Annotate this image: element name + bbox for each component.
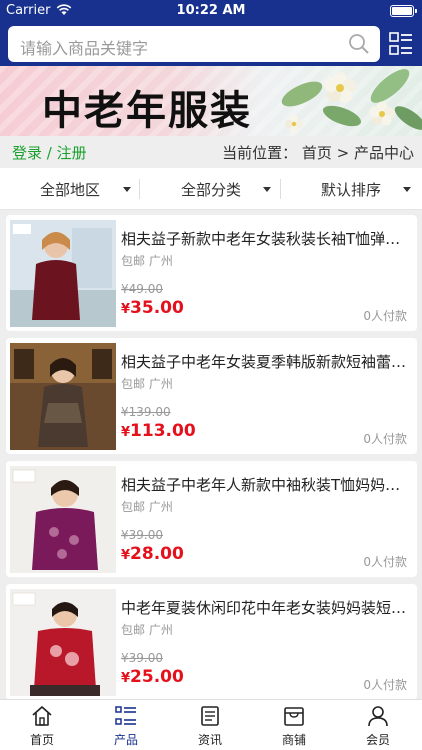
- filter-sort-label: 默认排序: [321, 181, 382, 199]
- tab-products[interactable]: 产品: [84, 700, 168, 750]
- home-icon: [32, 706, 52, 726]
- chevron-down-icon: [123, 187, 131, 192]
- tab-member[interactable]: 会员: [336, 700, 420, 750]
- product-image[interactable]: [10, 343, 116, 450]
- product-shipping: 包邮 广州: [121, 500, 173, 514]
- tab-news-label: 资讯: [197, 733, 222, 747]
- product-shipping: 包邮 广州: [121, 623, 173, 637]
- product-image[interactable]: [10, 220, 116, 327]
- currency-symbol: ¥: [121, 671, 131, 686]
- product-title[interactable]: 相夫益子中老年人新款中袖秋装T恤妈妈装上衣: [121, 474, 411, 495]
- list-icon: [115, 706, 136, 725]
- chevron-down-icon: [403, 187, 411, 192]
- product-sales-count: 0人付款: [363, 555, 407, 569]
- tab-member-label: 会员: [365, 733, 390, 747]
- divider: [139, 179, 140, 199]
- flower-decoration: [281, 69, 422, 133]
- category-banner: 中老年服装: [0, 66, 422, 136]
- product-price: ¥113.00: [121, 421, 196, 441]
- product-card[interactable]: 相夫益子中老年女装夏季韩版新款短袖蕾丝连衣裙 包邮 广州 ¥139.00 ¥11…: [6, 338, 417, 454]
- product-price: ¥28.00: [121, 544, 184, 564]
- bottom-tab-bar: 首页 产品 资讯 商铺 会员: [0, 699, 422, 750]
- product-title[interactable]: 相夫益子中老年女装夏季韩版新款短袖蕾丝连衣裙: [121, 351, 411, 372]
- banner-title: 中老年服装: [42, 88, 252, 134]
- price-value: 25.00: [130, 667, 184, 687]
- product-card[interactable]: 相夫益子中老年人新款中袖秋装T恤妈妈装上衣 包邮 广州 ¥39.00 ¥28.0…: [6, 461, 417, 577]
- product-image[interactable]: [10, 466, 116, 573]
- product-sales-count: 0人付款: [363, 678, 407, 692]
- product-price: ¥35.00: [121, 298, 184, 318]
- search-icon[interactable]: [348, 33, 370, 55]
- product-image[interactable]: [10, 589, 116, 696]
- filter-bar: 全部地区 全部分类 默认排序: [0, 168, 422, 210]
- battery-icon: [390, 5, 417, 17]
- search-input[interactable]: 请输入商品关键字: [8, 26, 380, 62]
- clock: 10:22 AM: [176, 3, 246, 18]
- user-icon: [368, 706, 388, 727]
- breadcrumb: 当前位置： 首页 > 产品中心: [222, 144, 414, 162]
- shop-icon: [284, 707, 304, 726]
- product-sales-count: 0人付款: [363, 432, 407, 446]
- product-title[interactable]: 中老年夏装休闲印花中年老女装妈妈装短袖T恤: [121, 597, 411, 618]
- login-register-link[interactable]: 登录 / 注册: [12, 142, 87, 163]
- tab-home-label: 首页: [29, 733, 54, 747]
- search-placeholder: 请输入商品关键字: [20, 39, 149, 58]
- product-title[interactable]: 相夫益子新款中老年女装秋装长袖T恤弹力打底衫: [121, 228, 411, 249]
- product-shipping: 包邮 广州: [121, 254, 173, 268]
- tab-home[interactable]: 首页: [0, 700, 84, 750]
- product-original-price: ¥139.00: [121, 405, 171, 419]
- search-bar: 请输入商品关键字: [0, 22, 422, 66]
- filter-region-label: 全部地区: [40, 181, 101, 199]
- breadcrumb-bar: 登录 / 注册 当前位置： 首页 > 产品中心: [0, 136, 422, 168]
- currency-symbol: ¥: [121, 425, 131, 440]
- product-price: ¥25.00: [121, 667, 184, 687]
- price-value: 28.00: [130, 544, 184, 564]
- product-card[interactable]: 中老年夏装休闲印花中年老女装妈妈装短袖T恤 包邮 广州 ¥39.00 ¥25.0…: [6, 584, 417, 700]
- filter-category[interactable]: 全部分类: [141, 168, 281, 210]
- filter-category-label: 全部分类: [181, 181, 242, 199]
- product-shipping: 包邮 广州: [121, 377, 173, 391]
- price-value: 113.00: [130, 421, 196, 441]
- price-value: 35.00: [130, 298, 184, 318]
- tab-products-label: 产品: [113, 733, 138, 747]
- product-original-price: ¥39.00: [121, 528, 163, 542]
- news-icon: [201, 706, 219, 726]
- tab-news[interactable]: 资讯: [168, 700, 252, 750]
- product-card[interactable]: 相夫益子新款中老年女装秋装长袖T恤弹力打底衫 包邮 广州 ¥49.00 ¥35.…: [6, 215, 417, 331]
- currency-symbol: ¥: [121, 302, 131, 317]
- filter-sort[interactable]: 默认排序: [281, 168, 421, 210]
- product-sales-count: 0人付款: [363, 309, 407, 323]
- chevron-down-icon: [263, 187, 271, 192]
- product-original-price: ¥39.00: [121, 651, 163, 665]
- tab-shops-label: 商铺: [281, 733, 306, 747]
- product-original-price: ¥49.00: [121, 282, 163, 296]
- currency-symbol: ¥: [121, 548, 131, 563]
- status-bar: Carrier 10:22 AM: [0, 0, 422, 22]
- tab-shops[interactable]: 商铺: [252, 700, 336, 750]
- filter-region[interactable]: 全部地区: [0, 168, 140, 210]
- category-menu-icon[interactable]: [389, 32, 413, 56]
